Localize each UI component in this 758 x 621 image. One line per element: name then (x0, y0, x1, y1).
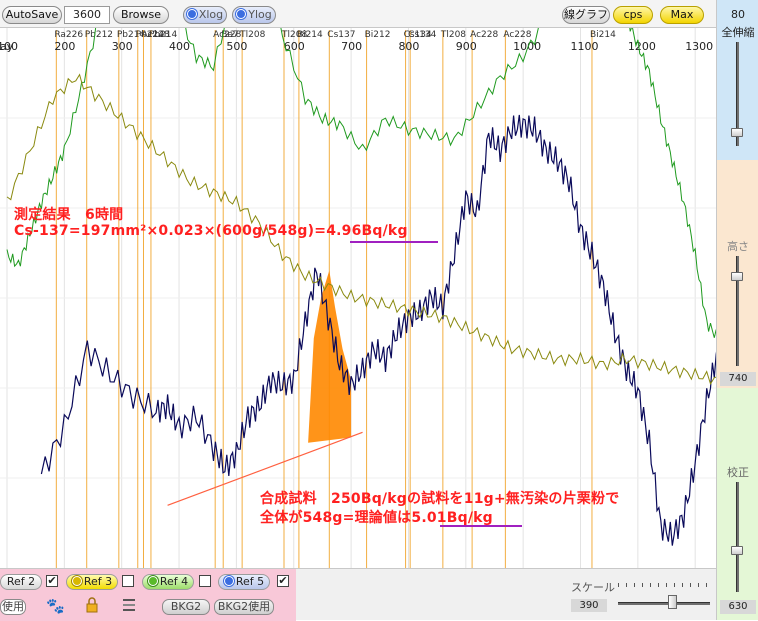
ref5-checkbox[interactable]: ✔ (277, 575, 289, 587)
peak-marker-label: Cs134 (408, 30, 436, 40)
result-formula: Cs-137=197mm²×0.023×(600g/548g)= (14, 223, 327, 239)
ylog-radio-icon (236, 9, 247, 19)
result-value: 4.96Bq/kg (326, 223, 408, 239)
line-graph-button[interactable]: 線グラフ (562, 6, 610, 24)
ref-zone: Ref 2 ✔ Ref 3 Ref 4 Ref 5 ✔ 使用 🐾 BKG2 BK… (0, 569, 296, 621)
result-underline (350, 241, 438, 243)
ref2-label: Ref 2 (6, 575, 36, 588)
peak-marker-label: Pb212 (85, 30, 113, 40)
synthetic-text: 全体が548g=理論値は (260, 510, 412, 526)
xlog-radio-icon (186, 9, 197, 19)
toolbar: AutoSave 3600 Browse Xlog Ylog 線グラフ cps … (0, 0, 716, 28)
list-icon[interactable] (122, 598, 136, 612)
calib-slider-thumb[interactable] (731, 546, 743, 555)
calib-slider-track[interactable] (736, 482, 739, 592)
ref4-radio-icon (147, 576, 158, 586)
scale-slider-thumb[interactable] (668, 595, 677, 609)
peak-marker-label: Tl208 (440, 30, 466, 40)
ref2-button[interactable]: Ref 2 (0, 574, 42, 590)
height-value: 740 (720, 372, 756, 386)
paw-icon[interactable]: 🐾 (46, 598, 65, 614)
ref3-label: Ref 3 (83, 575, 113, 588)
x-tick-label: 800 (398, 40, 419, 53)
calib-value: 630 (720, 600, 756, 614)
height-label: 高さ (727, 240, 749, 253)
scale-ticks (618, 583, 710, 587)
scale-slider-track[interactable] (618, 602, 710, 605)
result-line1: 測定結果 6時間 (14, 207, 124, 223)
synthetic-line2: 全体が548g=理論値は5.01Bq/kg (260, 507, 493, 527)
peak-marker-label: Ac228 (470, 30, 498, 40)
synthetic-underline (440, 525, 522, 527)
peak-marker-label: Ac228 (503, 30, 531, 40)
time-input[interactable]: 3600 (64, 6, 110, 24)
ylog-toggle[interactable]: Ylog (232, 6, 276, 24)
x-tick-label: 500 (226, 40, 247, 53)
x-tick-label: 400 (169, 40, 190, 53)
xlog-toggle[interactable]: Xlog (183, 6, 227, 24)
use-button[interactable]: 使用 (0, 599, 26, 615)
ref3-checkbox[interactable] (122, 575, 134, 587)
x-tick-label: 300 (112, 40, 133, 53)
spectrum-chart[interactable]: Ra226 Pb212 Pb214Pb214Pb214Ac228 Ac228Be7 Tl… (0, 28, 716, 568)
xlog-label: Xlog (198, 8, 224, 21)
scale-value: 390 (571, 599, 607, 612)
x-tick-label: 900 (456, 40, 477, 53)
synthetic-value: 5.01Bq/kg (411, 510, 493, 526)
expand-label: 全伸縮 (721, 26, 755, 39)
peak-marker-label: Ac228 (141, 30, 169, 40)
ref5-button[interactable]: Ref 5 (218, 574, 270, 590)
scale-label: スケール (571, 581, 615, 594)
x-tick-label: 1200 (628, 40, 656, 53)
expand-slider-thumb[interactable] (731, 128, 743, 137)
ref4-button[interactable]: Ref 4 (142, 574, 194, 590)
result-line2: Cs-137=197mm²×0.023×(600g/548g)=4.96Bq/k… (14, 223, 408, 239)
bottom-bar: Ref 2 ✔ Ref 3 Ref 4 Ref 5 ✔ 使用 🐾 BKG2 BK… (0, 568, 716, 621)
ref2-checkbox[interactable]: ✔ (46, 575, 58, 587)
x-tick-label: 100 (0, 40, 18, 53)
calib-zone: 校正 630 (717, 388, 758, 620)
bkg2-use-button[interactable]: BKG2使用 (214, 599, 274, 615)
peak-marker-label: Tl208 (239, 30, 265, 40)
ref3-button[interactable]: Ref 3 (66, 574, 118, 590)
height-zone: 高さ 740 (717, 160, 758, 388)
peak-marker-label: Bi212 (365, 30, 391, 40)
peak-marker-label: Bi214 (297, 30, 323, 40)
x-tick-label: 1300 (685, 40, 713, 53)
x-tick-label: 200 (54, 40, 75, 53)
expand-zone: 80 全伸縮 (717, 0, 758, 160)
x-tick-label: 1100 (571, 40, 599, 53)
synthetic-line1: 合成試料 250Bq/kgの試料を11g+無汚染の片栗粉で (260, 491, 620, 507)
bkg2-button[interactable]: BKG2 (162, 599, 210, 615)
lock-icon[interactable] (86, 597, 98, 613)
browse-button[interactable]: Browse (113, 6, 169, 24)
cps-button[interactable]: cps (613, 6, 653, 24)
right-panel: 80 全伸縮 高さ 740 校正 630 (716, 0, 758, 620)
ylog-label: Ylog (248, 8, 272, 21)
peak-marker-label: Cs137 (327, 30, 355, 40)
ref3-radio-icon (71, 576, 82, 586)
ref5-radio-icon (223, 576, 234, 586)
x-tick-label: 700 (341, 40, 362, 53)
max-button[interactable]: Max (660, 6, 704, 24)
height-slider-thumb[interactable] (731, 272, 743, 281)
peak-marker-label: Bi214 (590, 30, 616, 40)
x-tick-label: 1000 (513, 40, 541, 53)
ref5-label: Ref 5 (235, 575, 265, 588)
calib-label: 校正 (727, 466, 749, 479)
autosave-button[interactable]: AutoSave (2, 6, 62, 24)
ref4-label: Ref 4 (159, 575, 189, 588)
ref4-checkbox[interactable] (199, 575, 211, 587)
peak-marker-label: Ra226 (54, 30, 83, 40)
expand-value: 80 (731, 8, 745, 21)
